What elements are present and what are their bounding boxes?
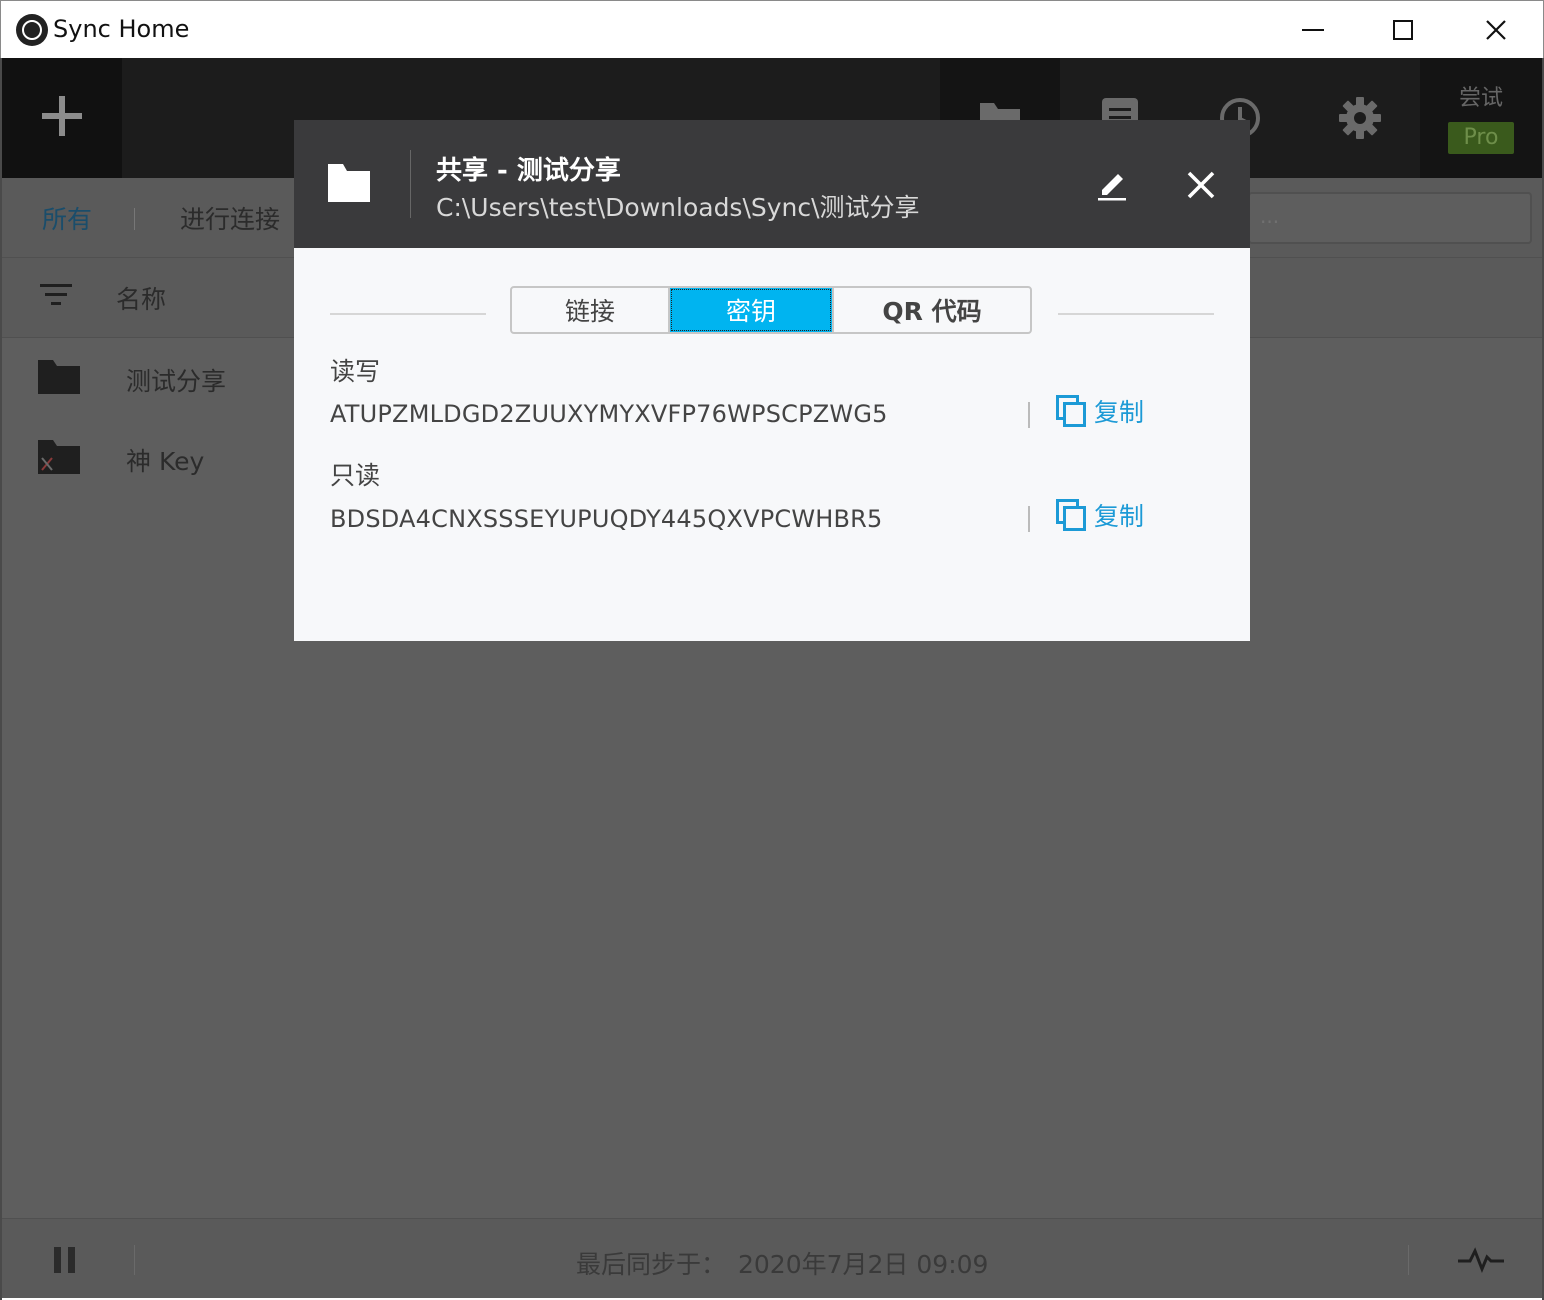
copy-label: 复制 [1094, 502, 1145, 531]
read-only-key: BDSDA4CNXSSSEYUPUQDY445QXVPCWHBR5 [330, 505, 883, 533]
folder-icon [38, 360, 80, 394]
read-only-label: 只读 [330, 461, 381, 490]
copy-label: 复制 [1094, 398, 1145, 427]
copy-read-only-button[interactable]: 复制 [1056, 498, 1144, 532]
sync-app-icon [16, 14, 48, 46]
list-item-label: 测试分享 [126, 367, 227, 396]
dialog-header: 共享 - 测试分享 C:\Users\test\Downloads\Sync\测… [294, 120, 1250, 248]
add-folder-button[interactable] [2, 58, 122, 178]
pause-icon[interactable] [54, 1247, 76, 1273]
maximize-button[interactable] [1357, 1, 1449, 59]
close-window-button[interactable] [1450, 1, 1542, 59]
name-column-header[interactable]: 名称 [116, 280, 166, 316]
folder-path: C:\Users\test\Downloads\Sync\测试分享 [436, 193, 920, 222]
copy-icon [1056, 395, 1086, 427]
status-divider [1408, 1245, 1409, 1275]
read-write-label: 读写 [330, 357, 381, 386]
copy-read-write-button[interactable]: 复制 [1056, 394, 1144, 428]
try-label: 尝试 [1458, 86, 1503, 111]
window-title: Sync Home [53, 15, 190, 43]
dialog-title: 共享 - 测试分享 [436, 156, 621, 186]
tab-all[interactable]: 所有 [42, 200, 92, 236]
read-write-key: ATUPZMLDGD2ZUUXYMYXVFP76WPSCPZWG5 [330, 400, 888, 428]
pro-badge[interactable]: Pro [1448, 122, 1514, 154]
list-item-label: 神 Key [126, 447, 205, 476]
title-bar: Sync Home [0, 0, 1544, 58]
activity-icon[interactable] [1458, 1247, 1504, 1273]
share-dialog: 共享 - 测试分享 C:\Users\test\Downloads\Sync\测… [294, 120, 1250, 641]
divider-line [1058, 313, 1214, 315]
share-mode-tabs: 链接 密钥 QR 代码 [510, 286, 1032, 334]
close-dialog-icon[interactable] [1186, 170, 1216, 200]
tab-connect[interactable]: 进行连接 [180, 200, 280, 236]
folder-icon [328, 164, 370, 202]
pro-upgrade-area[interactable]: 尝试 Pro [1420, 58, 1542, 178]
close-icon [1486, 20, 1506, 40]
key-divider [1028, 402, 1030, 428]
last-synced-time: 2020年7月2日 09:09 [738, 1250, 989, 1279]
header-divider [410, 150, 411, 218]
last-synced-label: 最后同步于： [576, 1250, 727, 1279]
tab-key[interactable]: 密钥 [670, 288, 832, 332]
copy-icon [1056, 499, 1086, 531]
search-input[interactable]: ... [1248, 192, 1532, 244]
tab-divider [134, 208, 135, 230]
status-bar: 最后同步于： 2020年7月2日 09:09 [2, 1218, 1542, 1298]
tab-qr-code[interactable]: QR 代码 [832, 288, 1030, 332]
filter-icon[interactable] [40, 284, 72, 308]
edit-icon[interactable] [1094, 166, 1130, 202]
plus-icon [42, 96, 82, 136]
key-divider [1028, 506, 1030, 532]
disconnected-folder-icon [38, 440, 80, 474]
maximize-icon [1393, 20, 1413, 40]
minimize-icon [1302, 29, 1324, 31]
settings-button[interactable] [1300, 58, 1420, 178]
minimize-button[interactable] [1267, 1, 1359, 59]
tab-link[interactable]: 链接 [512, 288, 670, 332]
divider-line [330, 313, 486, 315]
status-divider [134, 1245, 135, 1275]
gear-icon [1339, 97, 1381, 139]
